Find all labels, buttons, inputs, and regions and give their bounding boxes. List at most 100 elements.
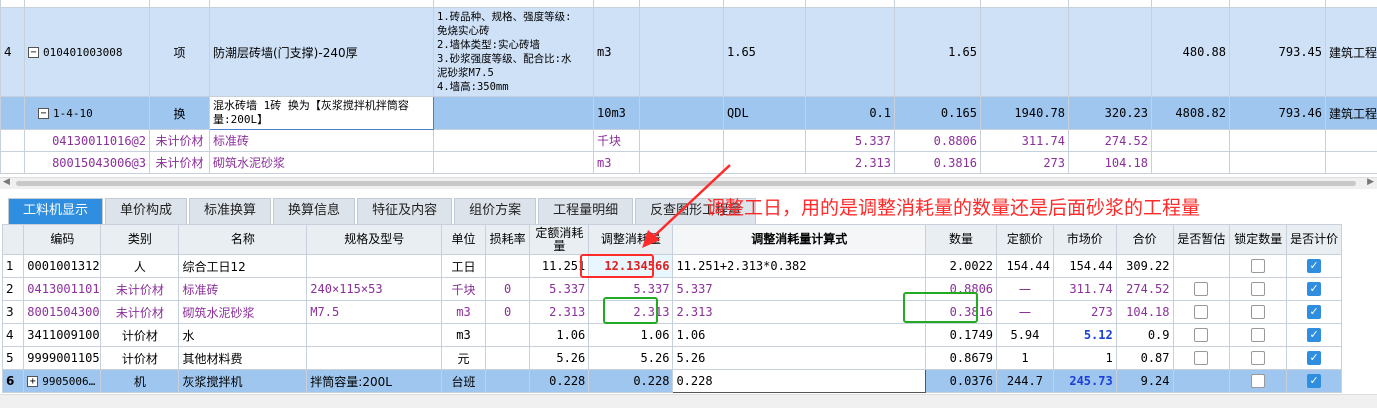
- tab-features[interactable]: 特征及内容: [357, 198, 453, 224]
- resource-market-price[interactable]: 311.74: [1052, 277, 1117, 301]
- tab-conversion-info[interactable]: 换算信息: [273, 198, 356, 224]
- lock-qty-checkbox[interactable]: [1251, 305, 1266, 320]
- priced-checkbox[interactable]: ✓: [1307, 374, 1322, 389]
- priced-checkbox[interactable]: ✓: [1307, 282, 1322, 297]
- col-loss-rate[interactable]: 损耗率: [484, 224, 531, 255]
- item-features[interactable]: 1.砖品种、规格、强度等级: 免烧实心砖 2.墙体类型:实心砖墙 3.砂浆强度等…: [433, 7, 594, 97]
- resource-unit: m3: [441, 323, 486, 347]
- resource-row[interactable]: 6 +9905006… 机 灰浆搅拌机 拌筒容量:200L 台班 0.228 0…: [1, 369, 1342, 393]
- row-number: 1: [1, 254, 25, 278]
- collapse-icon[interactable]: −: [38, 108, 49, 119]
- resource-row[interactable]: 5 9999001105 计价材 其他材料费 元 5.26 5.26 5.26 …: [1, 346, 1342, 370]
- col-total[interactable]: 合价: [1115, 224, 1174, 255]
- resource-row[interactable]: 2 04130011016@2 未计价材 标准砖 240×115×53 千块 0…: [1, 277, 1342, 301]
- col-unit[interactable]: 单位: [441, 224, 486, 255]
- material-v3: 273: [980, 151, 1069, 174]
- col-spec[interactable]: 规格及型号: [306, 224, 443, 255]
- resource-formula[interactable]: 1.06: [672, 323, 927, 347]
- priced-checkbox[interactable]: ✓: [1307, 259, 1322, 274]
- resource-name: 综合工日12: [178, 254, 308, 278]
- bottom-scrollbar[interactable]: [0, 394, 1377, 408]
- collapse-icon[interactable]: −: [28, 47, 39, 58]
- resource-spec: M7.5: [306, 300, 443, 324]
- resource-row[interactable]: 4 3411009100 计价材 水 m3 1.06 1.06 1.06 0.1…: [1, 323, 1342, 347]
- lock-qty-checkbox[interactable]: [1251, 259, 1266, 274]
- provisional-checkbox[interactable]: [1194, 328, 1209, 343]
- col-name[interactable]: 名称: [178, 224, 308, 255]
- resource-category: 未计价材: [100, 300, 180, 324]
- expand-icon[interactable]: +: [27, 376, 39, 387]
- scroll-right-icon[interactable]: ▶: [1367, 177, 1374, 187]
- item-qty-expr: 1.65: [723, 7, 806, 97]
- lock-qty-checkbox[interactable]: [1251, 282, 1266, 297]
- material-v4: 104.18: [1068, 151, 1152, 174]
- col-std-consumption[interactable]: 定额消耗量: [529, 224, 590, 255]
- item-name[interactable]: 防潮层砖墙(门支撑)-240厚: [209, 7, 434, 97]
- material-v1: 2.313: [805, 151, 895, 174]
- resource-formula[interactable]: 2.313: [672, 300, 927, 324]
- resource-market-price[interactable]: 245.73: [1052, 369, 1117, 393]
- resource-std: 5.337: [529, 277, 590, 301]
- annotation-text: 调整工日，用的是调整消耗量的数量还是后面砂浆的工程量: [706, 197, 1201, 219]
- resource-formula-editor[interactable]: 0.228: [672, 369, 927, 393]
- tab-unit-price[interactable]: 单价构成: [105, 198, 188, 224]
- resource-adj[interactable]: 1.06: [588, 323, 674, 347]
- scroll-left-icon[interactable]: ◀: [3, 177, 10, 187]
- lock-qty-checkbox[interactable]: [1251, 374, 1266, 389]
- quota-name-editor[interactable]: 混水砖墙 1砖 换为【灰浆搅拌机拌筒容量:200L】: [209, 96, 434, 130]
- resource-market-price[interactable]: 273: [1052, 300, 1117, 324]
- material-row[interactable]: 04130011016@2 未计价材 标准砖 千块 5.337 0.8806 3…: [0, 129, 1377, 152]
- resource-code: 0001001312: [23, 254, 102, 278]
- resource-total: 104.18: [1115, 300, 1174, 324]
- col-lock-qty[interactable]: 锁定数量: [1229, 224, 1288, 255]
- resource-unit: 元: [441, 346, 486, 370]
- resource-row[interactable]: 1 0001001312 人 综合工日12 工日 11.251 12.13456…: [1, 254, 1342, 278]
- quota-code: 1-4-10: [53, 107, 93, 120]
- row-number: 3: [1, 300, 25, 324]
- provisional-checkbox[interactable]: [1194, 305, 1209, 320]
- resource-std: 2.313: [529, 300, 590, 324]
- tab-quantity-detail[interactable]: 工程量明细: [538, 198, 634, 224]
- resource-market-price[interactable]: 154.44: [1052, 254, 1117, 278]
- quota-row[interactable]: −1-4-10 换 混水砖墙 1砖 换为【灰浆搅拌机拌筒容量:200L】 10m…: [0, 96, 1377, 130]
- resource-name: 灰浆搅拌机: [178, 369, 308, 393]
- resource-std-price: 244.7: [996, 369, 1054, 393]
- resource-market-price[interactable]: 5.12: [1052, 323, 1117, 347]
- resource-formula[interactable]: 11.251+2.313*0.382: [672, 254, 927, 278]
- resource-loss: [484, 254, 531, 278]
- priced-checkbox[interactable]: ✓: [1307, 328, 1322, 343]
- resource-total: 9.24: [1115, 369, 1174, 393]
- bill-row-4[interactable]: 4 −010401003008 项 防潮层砖墙(门支撑)-240厚 1.砖品种、…: [0, 7, 1377, 97]
- col-priced[interactable]: 是否计价: [1286, 224, 1342, 255]
- tab-labor-material-machine[interactable]: 工料机显示: [8, 198, 104, 224]
- priced-checkbox[interactable]: ✓: [1307, 351, 1322, 366]
- resource-std-price: 1: [996, 346, 1054, 370]
- resource-market-price[interactable]: 1: [1052, 346, 1117, 370]
- priced-checkbox[interactable]: ✓: [1307, 305, 1322, 320]
- quota-qty-expr: QDL: [723, 96, 806, 130]
- resource-loss: 0: [484, 300, 531, 324]
- col-market-price[interactable]: 市场价: [1052, 224, 1117, 255]
- quota-coef: 0.1: [805, 96, 895, 130]
- resource-unit: 工日: [441, 254, 486, 278]
- col-std-price[interactable]: 定额价: [996, 224, 1054, 255]
- lock-qty-checkbox[interactable]: [1251, 328, 1266, 343]
- resource-adj[interactable]: 0.228: [588, 369, 674, 393]
- provisional-checkbox[interactable]: [1194, 351, 1209, 366]
- col-category[interactable]: 类别: [100, 224, 180, 255]
- resource-formula[interactable]: 5.337: [672, 277, 927, 301]
- col-quantity[interactable]: 数量: [925, 224, 998, 255]
- resource-adj[interactable]: 5.26: [588, 346, 674, 370]
- col-code[interactable]: 编码: [23, 224, 102, 255]
- resource-row[interactable]: 3 80015043006@3 未计价材 砌筑水泥砂浆 M7.5 m3 0 2.…: [1, 300, 1342, 324]
- bill-table: 4 −010401003008 项 防潮层砖墙(门支撑)-240厚 1.砖品种、…: [0, 0, 1377, 174]
- resource-loss: [484, 323, 531, 347]
- col-provisional[interactable]: 是否暂估: [1172, 224, 1231, 255]
- provisional-checkbox[interactable]: [1194, 282, 1209, 297]
- material-code: 80015043006@3: [24, 151, 150, 174]
- tab-pricing-scheme[interactable]: 组价方案: [454, 198, 537, 224]
- resource-formula[interactable]: 5.26: [672, 346, 927, 370]
- lock-qty-checkbox[interactable]: [1251, 351, 1266, 366]
- tab-standard-conversion[interactable]: 标准换算: [189, 198, 272, 224]
- row-number: 4: [0, 7, 25, 97]
